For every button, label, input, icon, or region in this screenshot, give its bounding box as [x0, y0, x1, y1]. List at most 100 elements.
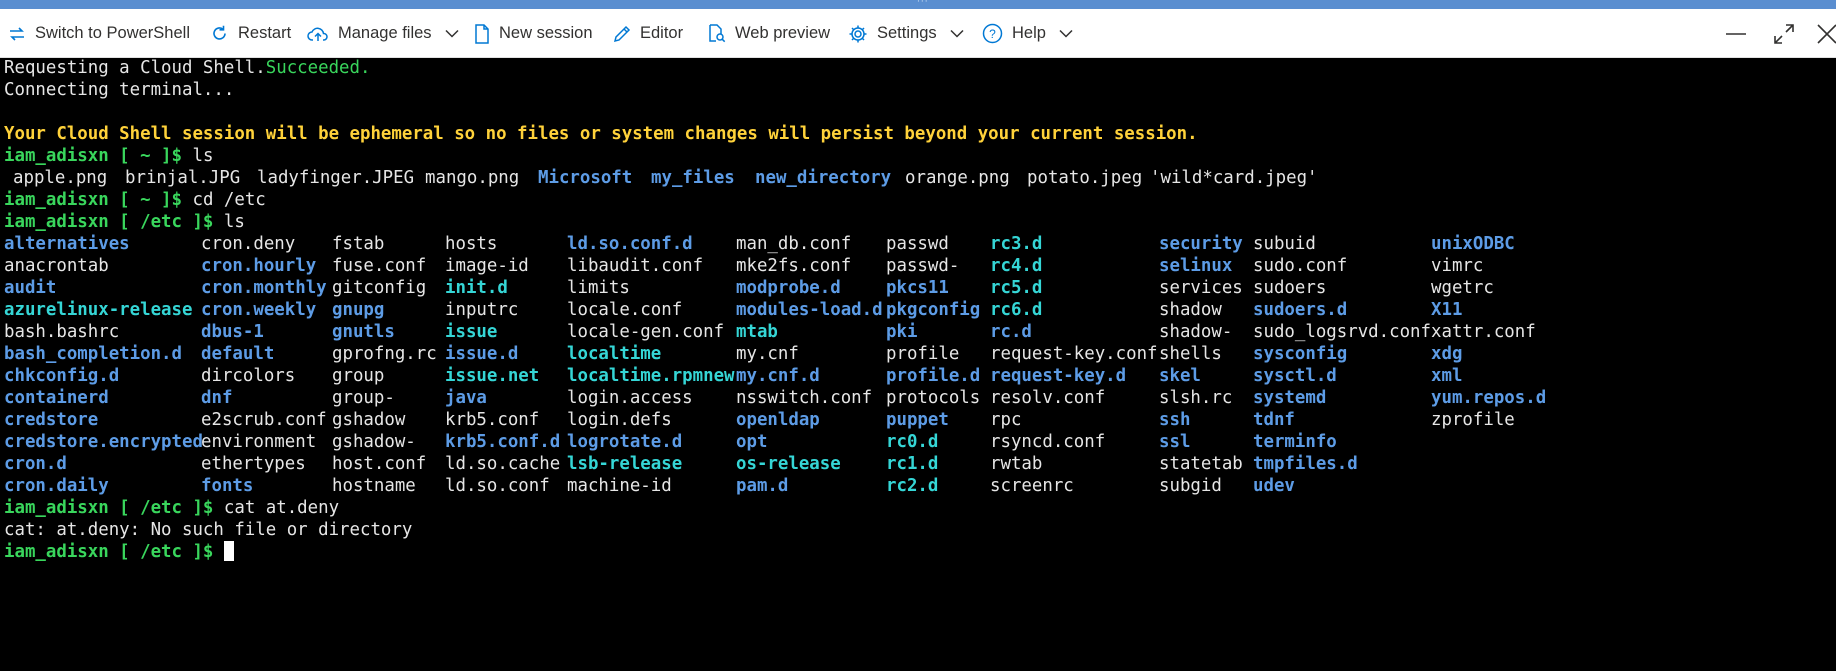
- etc-listing-entry: init.d: [445, 278, 508, 298]
- etc-listing-entry: rc4.d: [990, 256, 1043, 276]
- etc-listing-entry: openldap: [736, 410, 820, 430]
- etc-listing-entry: krb5.conf.d: [445, 432, 561, 452]
- etc-listing-entry: selinux: [1159, 256, 1233, 276]
- etc-listing-entry: fuse.conf: [332, 256, 427, 276]
- etc-listing-entry: xml: [1431, 366, 1463, 386]
- settings-button[interactable]: Settings: [848, 9, 964, 58]
- editor-button[interactable]: Editor: [613, 9, 683, 58]
- etc-listing-entry: slsh.rc: [1159, 388, 1233, 408]
- etc-listing-entry: hosts: [445, 234, 498, 254]
- etc-listing-entry: mke2fs.conf: [736, 256, 852, 276]
- etc-listing-entry: audit: [4, 278, 57, 298]
- web-preview-button[interactable]: Web preview: [707, 9, 830, 58]
- etc-listing-entry: locale.conf: [567, 300, 683, 320]
- etc-listing-entry: security: [1159, 234, 1243, 254]
- prompt: iam_adisxn [ /etc ]$: [4, 212, 214, 232]
- cat-error-output: cat: at.deny: No such file or directory: [4, 520, 413, 540]
- etc-listing-entry: request-key.d: [990, 366, 1127, 386]
- etc-listing-entry: shadow: [1159, 300, 1222, 320]
- web-preview-icon: [709, 24, 726, 43]
- etc-listing-entry: mtab: [736, 322, 778, 342]
- etc-listing-entry: group: [332, 366, 385, 386]
- manage-files-button[interactable]: Manage files: [307, 9, 459, 58]
- etc-listing-entry: systemd: [1253, 388, 1327, 408]
- maximize-button[interactable]: [1764, 9, 1804, 58]
- etc-listing-entry: bash.bashrc: [4, 322, 120, 342]
- etc-listing-entry: unixODBC: [1431, 234, 1515, 254]
- etc-listing-entry: rwtab: [990, 454, 1043, 474]
- cloud-upload-icon: [307, 27, 328, 41]
- etc-listing-entry: ld.so.cache: [445, 454, 561, 474]
- etc-listing-entry: pam.d: [736, 476, 789, 496]
- drag-handle-icon[interactable]: ···: [917, 0, 929, 7]
- etc-listing-entry: localtime: [567, 344, 662, 364]
- etc-listing-entry: rc2.d: [886, 476, 939, 496]
- switch-to-powershell-button[interactable]: Switch to PowerShell: [8, 9, 190, 58]
- etc-listing-entry: subgid: [1159, 476, 1222, 496]
- etc-listing-entry: tmpfiles.d: [1253, 454, 1358, 474]
- minimize-button[interactable]: [1716, 9, 1756, 58]
- chevron-down-icon: [445, 29, 459, 38]
- etc-listing-entry: machine-id: [567, 476, 672, 496]
- etc-listing-entry: limits: [567, 278, 630, 298]
- etc-listing-entry: udev: [1253, 476, 1295, 496]
- close-button[interactable]: [1812, 9, 1836, 58]
- etc-listing-entry: ssl: [1159, 432, 1191, 452]
- maximize-icon: [1774, 23, 1794, 44]
- etc-listing-entry: profile: [886, 344, 960, 364]
- etc-listing-entry: gshadow: [332, 410, 406, 430]
- etc-listing-entry: ssh: [1159, 410, 1191, 430]
- minimize-icon: [1726, 32, 1746, 35]
- etc-listing-entry: rc3.d: [990, 234, 1043, 254]
- chevron-down-icon: [950, 29, 964, 38]
- etc-listing-entry: man_db.conf: [736, 234, 852, 254]
- etc-listing-entry: modules-load.d: [736, 300, 883, 320]
- etc-listing-entry: resolv.conf: [990, 388, 1106, 408]
- etc-listing-entry: credstore.encrypted: [4, 432, 203, 452]
- etc-listing-entry: anacrontab: [4, 256, 109, 276]
- etc-listing-entry: passwd-: [886, 256, 960, 276]
- new-session-label: New session: [499, 24, 593, 42]
- home-listing-entry: brinjal.JPG: [125, 168, 241, 188]
- terminal-line-requesting: Requesting a Cloud Shell.Succeeded.: [4, 57, 370, 79]
- new-session-button[interactable]: New session: [474, 9, 593, 58]
- restart-button[interactable]: Restart: [210, 9, 291, 58]
- terminal-cursor: [223, 541, 234, 561]
- help-button[interactable]: ? Help: [982, 9, 1073, 58]
- etc-listing-entry: sudo_logsrvd.conf: [1253, 322, 1431, 342]
- etc-listing-entry: issue.net: [445, 366, 540, 386]
- etc-listing-entry: credstore: [4, 410, 99, 430]
- restart-icon: [213, 25, 226, 40]
- help-label: Help: [1012, 24, 1046, 42]
- etc-listing-entry: locale-gen.conf: [567, 322, 725, 342]
- help-icon: ?: [982, 23, 1003, 44]
- etc-listing-entry: screenrc: [990, 476, 1074, 496]
- prompt: iam_adisxn [ /etc ]$: [4, 498, 214, 518]
- editor-pencil-icon: [613, 25, 631, 42]
- terminal-line-current-prompt: iam_adisxn [ /etc ]$: [4, 541, 234, 563]
- etc-listing-entry: default: [201, 344, 275, 364]
- etc-listing-entry: rc0.d: [886, 432, 939, 452]
- etc-listing-entry: tdnf: [1253, 410, 1295, 430]
- etc-listing-entry: e2scrub.conf: [201, 410, 327, 430]
- etc-listing-entry: pkcs11: [886, 278, 949, 298]
- command-text: ls: [182, 146, 214, 166]
- etc-listing-entry: java: [445, 388, 487, 408]
- etc-listing-entry: skel: [1159, 366, 1201, 386]
- etc-listing-entry: environment: [201, 432, 317, 452]
- etc-listing-entry: login.defs: [567, 410, 672, 430]
- etc-listing-entry: bash_completion.d: [4, 344, 182, 364]
- home-listing-entry: Microsoft: [538, 168, 633, 188]
- home-listing-entry: apple.png: [13, 168, 108, 188]
- etc-listing-entry: puppet: [886, 410, 949, 430]
- terminal-line-connecting: Connecting terminal...: [4, 80, 235, 100]
- etc-listing-entry: rc1.d: [886, 454, 939, 474]
- terminal[interactable]: Requesting a Cloud Shell.Succeeded. Conn…: [0, 58, 1836, 671]
- etc-listing-entry: image-id: [445, 256, 529, 276]
- etc-listing-entry: rpc: [990, 410, 1022, 430]
- etc-listing-entry: X11: [1431, 300, 1463, 320]
- manage-files-label: Manage files: [338, 24, 432, 42]
- etc-listing-entry: rc5.d: [990, 278, 1043, 298]
- etc-listing-entry: logrotate.d: [567, 432, 683, 452]
- etc-listing-entry: pkgconfig: [886, 300, 981, 320]
